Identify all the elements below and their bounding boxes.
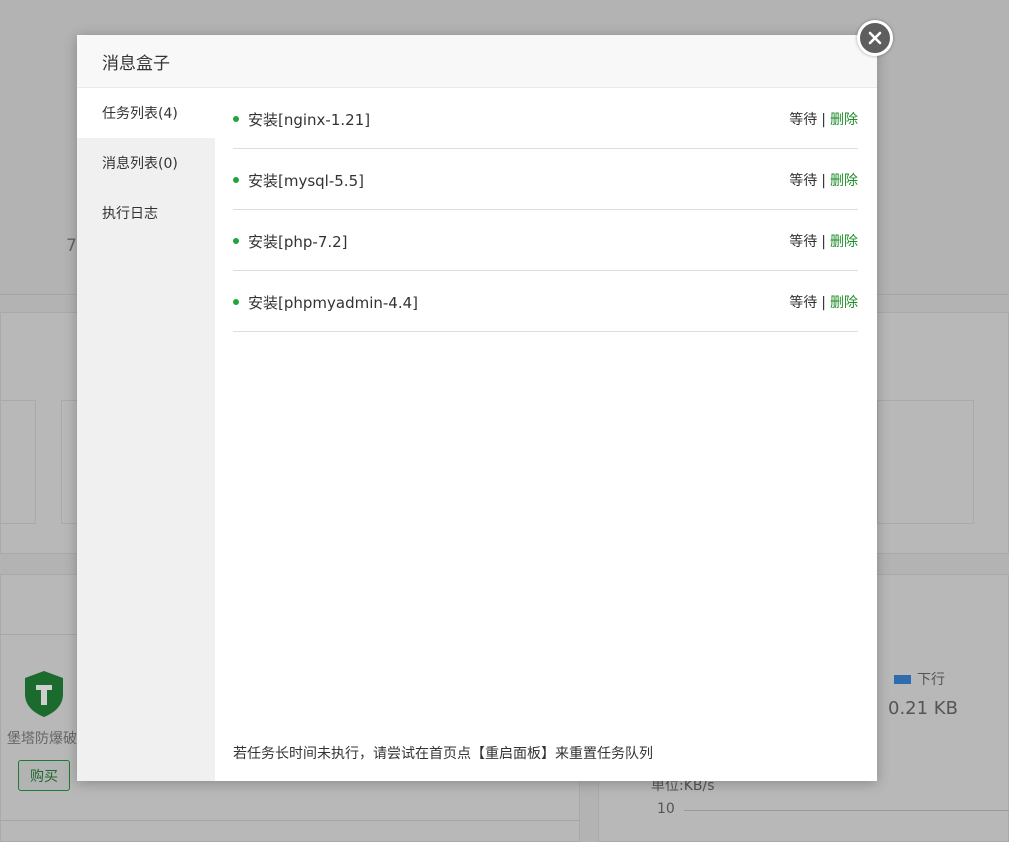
task-status: 等待 [789, 112, 818, 128]
axis-tick: 10 [657, 801, 675, 817]
tab-task-list[interactable]: 任务列表(4) [77, 88, 215, 138]
background-card [877, 400, 974, 524]
tab-message-list[interactable]: 消息列表(0) [77, 138, 215, 188]
status-dot-icon [233, 177, 239, 183]
dialog-sidebar: 任务列表(4) 消息列表(0) 执行日志 [77, 88, 215, 781]
separator: | [821, 112, 826, 128]
separator: | [821, 234, 826, 250]
footnote: 若任务长时间未执行，请尝试在首页点【重启面板】来重置任务队列 [233, 746, 653, 762]
separator: | [821, 295, 826, 311]
axis-line [684, 810, 1009, 811]
background-number: 7 [66, 236, 77, 256]
task-status: 等待 [789, 295, 818, 311]
background-card [0, 400, 36, 524]
dialog-header: 消息盒子 [77, 35, 877, 88]
task-row: 安装[phpmyadmin-4.4] 等待 | 删除 [233, 271, 858, 332]
task-info: 安装[phpmyadmin-4.4] [233, 292, 418, 313]
dialog-title: 消息盒子 [102, 53, 170, 74]
legend-label: 下行 [917, 672, 945, 688]
legend-swatch [894, 674, 911, 684]
task-info: 安装[nginx-1.21] [233, 109, 370, 130]
message-box-dialog: 消息盒子 任务列表(4) 消息列表(0) 执行日志 安装[nginx-1.21]… [77, 35, 877, 781]
chart-legend: 下行 [894, 669, 945, 689]
delete-link[interactable]: 删除 [830, 112, 858, 128]
separator: | [821, 173, 826, 189]
task-info: 安装[mysql-5.5] [233, 170, 364, 191]
task-row: 安装[nginx-1.21] 等待 | 删除 [233, 88, 858, 149]
delete-link[interactable]: 删除 [830, 234, 858, 250]
tab-execution-log[interactable]: 执行日志 [77, 188, 215, 238]
task-actions: 等待 | 删除 [789, 109, 858, 129]
status-dot-icon [233, 116, 239, 122]
task-row: 安装[mysql-5.5] 等待 | 删除 [233, 149, 858, 210]
status-dot-icon [233, 238, 239, 244]
dialog-body: 任务列表(4) 消息列表(0) 执行日志 安装[nginx-1.21] 等待 | 删… [77, 88, 877, 781]
task-status: 等待 [789, 173, 818, 189]
download-value: 0.21 KB [888, 698, 958, 719]
close-icon [868, 31, 882, 45]
task-info: 安装[php-7.2] [233, 231, 348, 252]
divider [0, 820, 580, 821]
shield-label: 堡塔防爆破 [7, 731, 77, 747]
task-actions: 等待 | 删除 [789, 231, 858, 251]
task-name: 安装[php-7.2] [248, 232, 348, 251]
shield-hammer-icon [25, 671, 63, 717]
task-name: 安装[nginx-1.21] [248, 110, 371, 129]
task-content: 安装[nginx-1.21] 等待 | 删除 安装[mysql-5.5] 等待 | 删除 [215, 88, 877, 781]
task-actions: 等待 | 删除 [789, 292, 858, 312]
task-row: 安装[php-7.2] 等待 | 删除 [233, 210, 858, 271]
task-status: 等待 [789, 234, 818, 250]
buy-button[interactable]: 购买 [18, 760, 70, 791]
task-list: 安装[nginx-1.21] 等待 | 删除 安装[mysql-5.5] 等待 | 删除 [233, 88, 858, 332]
status-dot-icon [233, 299, 239, 305]
delete-link[interactable]: 删除 [830, 173, 858, 189]
task-name: 安装[mysql-5.5] [248, 171, 364, 190]
task-name: 安装[phpmyadmin-4.4] [248, 293, 419, 312]
task-actions: 等待 | 删除 [789, 170, 858, 190]
close-button[interactable] [857, 20, 893, 56]
delete-link[interactable]: 删除 [830, 295, 858, 311]
